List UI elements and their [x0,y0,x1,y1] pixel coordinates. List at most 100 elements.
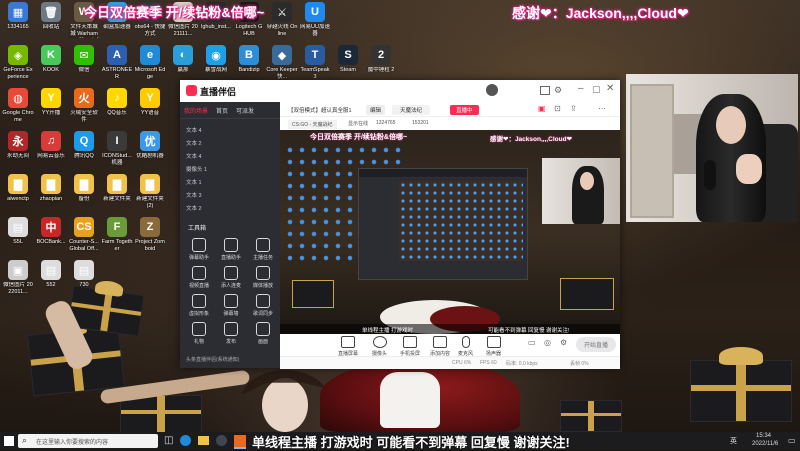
tool-media[interactable]: 媒体播放 [248,266,278,289]
tool-danmaku[interactable]: 弹幕助手 [184,238,214,261]
desktop-icon[interactable]: 火火绒安全软件 [68,88,100,124]
file-explorer-icon[interactable] [198,436,209,445]
edge-icon[interactable] [180,435,191,446]
desktop-icon[interactable]: ▤ S5L [2,217,34,253]
avatar[interactable] [486,84,498,96]
task-view-icon[interactable]: ◫ [164,435,173,446]
obs-taskbar-icon[interactable] [216,435,227,446]
desktop-icon[interactable]: ♪ QQ音乐 [101,88,133,124]
scene-item[interactable]: 文本 2 [180,201,280,214]
notification-center-icon[interactable]: ▭ [788,436,796,445]
desktop-icon[interactable]: A ASTRONEER [101,45,133,81]
tool-publish[interactable]: 发布 [216,322,246,345]
desktop-icon[interactable]: ▇ zhaopian [35,174,67,210]
desktop-icon[interactable]: F Farm Together [101,217,133,253]
desktop-icon[interactable]: ⚔ 穿越火线 Online [266,2,298,38]
tool-tasks[interactable]: 主播任务 [248,238,278,261]
tool-screen[interactable]: 画面 [248,322,278,345]
desktop-icon[interactable]: ▤ 552 [35,260,67,296]
desktop-icon[interactable]: Y YY开播 [35,88,67,124]
close-icon[interactable]: ✕ [606,83,614,94]
desktop-icon[interactable]: S Steam [332,45,364,81]
desktop-icon[interactable]: 2 魔中锤粒 2 [365,45,397,81]
microphone-button[interactable]: 麦克风 [458,336,473,357]
tool-gift[interactable]: 礼物 [184,322,214,345]
tool-wall[interactable]: 弹幕墙 [216,294,246,317]
desktop-icon[interactable]: ▇ 新建文件夹 (2) [134,174,166,210]
desktop-icon[interactable]: ◈ GeForce Experience [2,45,34,81]
tool-avatar[interactable]: 虚拟形象 [184,294,214,317]
desktop-icon[interactable]: CS Counter-S... Global Off... [68,217,100,253]
lock-icon[interactable]: ⊡ [554,104,561,113]
tool-link-mic[interactable]: 添人连麦 [216,266,246,289]
taskbar-search[interactable]: ⌕ 在这里输入你要搜索的内容 [18,434,158,448]
clock-date[interactable]: 2022/11/6 [752,441,778,447]
desktop-icon[interactable]: ▇ aiwenctp [2,174,34,210]
desktop-icon[interactable]: Z Project Zomboid [134,217,166,253]
live-companion-taskbar-icon[interactable] [234,435,246,449]
desktop-icon[interactable]: U 网易UU加速器 [299,2,331,38]
minimize-icon[interactable]: – [578,83,584,94]
lang-indicator[interactable]: 英 [730,436,737,446]
desktop-icon[interactable]: 永永劫无间 [2,131,34,167]
scene-item[interactable]: 文本 2 [180,136,280,149]
desktop-icon[interactable]: I ICONStud... 机器 [101,131,133,167]
tool-lyrics[interactable]: 歌词同步 [248,294,278,317]
desktop-icon[interactable]: ▇ 备份 [68,174,100,210]
eye-icon[interactable]: ◎ [544,338,551,347]
desktop-icon[interactable]: T TeamSpeak 3 [299,45,331,81]
desktop-icon[interactable]: ▤ 730 [68,260,100,296]
desktop-icon[interactable]: B Bandizip [233,45,265,81]
category-select[interactable]: 天魔法纪 [392,105,431,115]
desktop-icon[interactable]: ▣ 微信图片 2022011... [2,260,34,296]
desktop-icon[interactable]: ◆ Core Keeper 快... [266,45,298,81]
live-companion-window[interactable]: 直播伴侣 ⚙ – ▢ ✕ 我的场景 首页 可派发 文本 4 文本 2 文本 4 … [180,80,620,369]
tab-scenes[interactable]: 我的场景 [180,104,212,117]
mail-icon[interactable] [540,86,550,95]
tool-assistant[interactable]: 直播助手 [216,238,246,261]
notification-icon[interactable]: ▣ [538,104,546,113]
desktop-icon[interactable]: ▦ 1334165 [2,2,34,38]
windows-start-icon[interactable] [4,436,14,446]
clock-time[interactable]: 15:34 [756,433,771,439]
scene-item[interactable]: 摄像头 1 [180,162,280,175]
camera-button[interactable]: 摄像头 [372,336,387,357]
phone-cast-button[interactable]: 手机投屏 [400,336,420,357]
more-icon[interactable]: ⋯ [598,104,606,113]
tab-home[interactable]: 首页 [212,104,232,117]
desktop-icon[interactable]: 中 BOCBank... [35,217,67,253]
tab-distribute[interactable]: 可派发 [232,104,258,117]
settings-icon[interactable]: ⚙ [554,85,562,96]
screen-capture-button[interactable]: 直播屏幕 [338,336,358,357]
gift-toggle-icon[interactable]: ▭ [528,338,536,347]
add-content-button[interactable]: 添加内容 [430,336,450,357]
desktop-icon[interactable]: K KOOK [35,45,67,81]
desktop-icon[interactable]: ◐ 赢那 [167,45,199,81]
desktop-icon[interactable]: ▇ 新建文件夹 [101,174,133,210]
scene-item[interactable]: 文本 4 [180,123,280,136]
desktop-icon[interactable]: ♫ 网易云音乐 [35,131,67,167]
desktop-icon[interactable]: ◉ 暴雪战网 [200,45,232,81]
sidebar-footer[interactable]: 头条直播伴侣(系统通知) [186,356,239,363]
desktop-icon[interactable]: 优优酷剧机器 [134,131,166,167]
room-title[interactable]: 【双倍模式】超认真全服1 [288,106,352,114]
window-titlebar[interactable]: 直播伴侣 ⚙ – ▢ ✕ [180,80,620,103]
desktop-icon[interactable]: e Microsoft Edge [134,45,166,81]
desktop-icon[interactable]: ◍ Google Chrome [2,88,34,124]
scene-item[interactable]: 文本 3 [180,188,280,201]
scene-item[interactable]: 文本 1 [180,175,280,188]
speaker-button[interactable]: 扬声器 [486,336,501,357]
maximize-icon[interactable]: ▢ [592,84,601,95]
start-live-button[interactable]: 开始直播 [576,337,617,352]
stream-preview[interactable]: 今日双倍赛季 开/续钻粉&倍哪~ 感谢❤：Jackson,,,,Cloud❤ 单… [280,130,620,334]
edit-button[interactable]: 编辑 [366,105,386,115]
share-icon[interactable]: ⇪ [570,104,577,113]
scene-item[interactable]: 文本 4 [180,149,280,162]
desktop-icon[interactable]: Y YY语音 [134,88,166,124]
desktop-icon[interactable]: 🗑 回收站 [35,2,67,38]
desktop-icon[interactable]: ✉ 微信 [68,45,100,81]
tool-video[interactable]: 视频直播 [184,266,214,289]
game-select[interactable]: CS:GO - 天魔战纪 [288,120,337,129]
search-input[interactable]: 在这里输入你要搜索的内容 [36,437,108,446]
desktop-icon[interactable]: Q 腾讯QQ [68,131,100,167]
